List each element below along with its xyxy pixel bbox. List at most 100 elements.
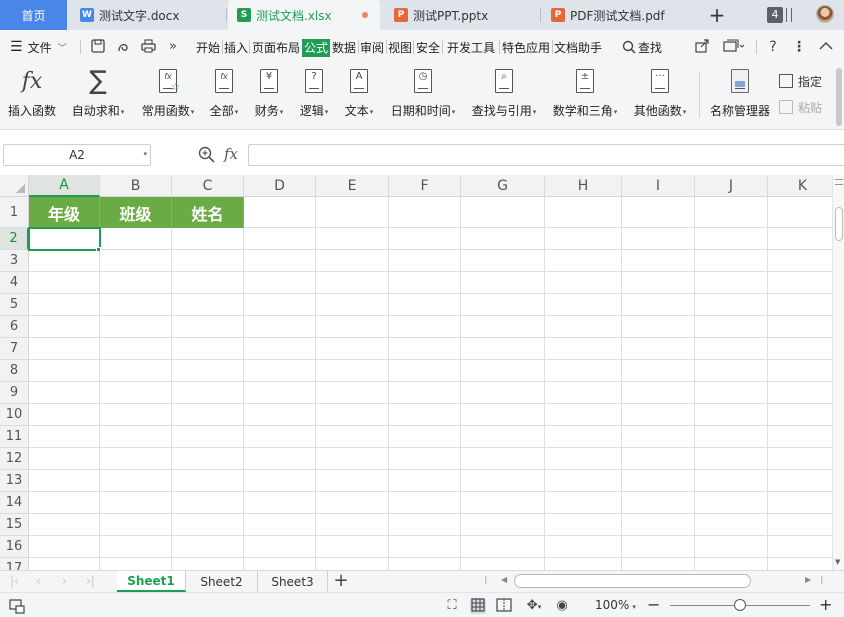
column-header-d[interactable]: D [244, 175, 316, 197]
eye-protection-icon[interactable]: ◉ [554, 598, 570, 614]
row-header-15[interactable]: 15 [0, 514, 29, 536]
add-sheet-button[interactable]: + [333, 571, 349, 591]
column-header-c[interactable]: C [172, 175, 244, 197]
collapse-ribbon-icon[interactable] [818, 39, 834, 55]
home-tab[interactable]: 首页 [0, 0, 67, 30]
row-header-14[interactable]: 14 [0, 492, 29, 514]
row-header-4[interactable]: 4 [0, 272, 29, 294]
normal-view-icon[interactable] [470, 598, 486, 614]
row-header-16[interactable]: 16 [0, 536, 29, 558]
vertical-scrollbar[interactable]: ▼ [832, 175, 844, 570]
paste-button[interactable]: 粘贴 [779, 98, 822, 116]
tab-splitter-icon[interactable]: ⁞ [484, 574, 488, 587]
cell-c1[interactable]: 姓名 [172, 197, 244, 228]
share-icon[interactable] [694, 39, 710, 55]
specify-button[interactable]: 指定 [779, 72, 822, 90]
column-header-i[interactable]: I [622, 175, 695, 197]
tab-formulas[interactable]: 公式 [302, 39, 331, 57]
next-sheet-icon[interactable]: › [62, 574, 67, 588]
scroll-right-icon[interactable]: ▶ [805, 575, 811, 584]
text-functions-button[interactable]: A 文本▾ [341, 68, 377, 124]
last-sheet-icon[interactable]: ›| [86, 574, 95, 588]
scroll-left-icon[interactable]: ◀ [501, 575, 507, 584]
row-header-3[interactable]: 3 [0, 250, 29, 272]
horizontal-scroll-thumb[interactable] [514, 574, 751, 588]
more-functions-button[interactable]: ··· 其他函数▾ [630, 68, 690, 124]
row-header-9[interactable]: 9 [0, 382, 29, 404]
page-break-view-icon[interactable] [496, 598, 512, 614]
more-options-icon[interactable]: ⋮ [791, 39, 807, 55]
autosum-button[interactable]: ∑ 自动求和▾ [69, 66, 127, 124]
tab-developer[interactable]: 开发工具 [447, 39, 495, 57]
select-all-corner[interactable] [0, 175, 29, 197]
sheet-grid[interactable]: ABCDEFGHIJK 1 2 3 4 5 6 7 8 9 10 11 12 13 14 15 16 17 年级… [0, 175, 832, 570]
financial-button[interactable]: ¥ 财务▾ [251, 68, 287, 124]
sheet-tab-sheet1[interactable]: Sheet1 [117, 571, 186, 592]
zoom-formula-icon[interactable] [198, 146, 216, 164]
fx-button[interactable]: fx [224, 145, 238, 163]
tab-doc-ppt[interactable]: P 测试PPT.pptx [394, 0, 534, 30]
tab-view[interactable]: 视图 [388, 39, 412, 57]
cell-b1[interactable]: 班级 [100, 197, 172, 228]
row-header-7[interactable]: 7 [0, 338, 29, 360]
zoom-in-button[interactable]: + [819, 596, 832, 614]
split-handle-icon[interactable]: ⁞ [820, 574, 824, 587]
column-header-g[interactable]: G [461, 175, 545, 197]
row-header-11[interactable]: 11 [0, 426, 29, 448]
avatar[interactable] [816, 5, 834, 23]
column-header-j[interactable]: J [695, 175, 768, 197]
row-header-10[interactable]: 10 [0, 404, 29, 426]
column-header-a[interactable]: A [29, 175, 100, 197]
formula-input[interactable] [248, 144, 844, 166]
print-icon[interactable] [140, 39, 156, 55]
all-functions-button[interactable]: fx 全部▾ [207, 68, 241, 124]
zoom-level-dropdown[interactable]: 100% ▾ [595, 598, 636, 612]
tab-doc-sheet[interactable]: S 测试文档.xlsx [228, 0, 380, 30]
search-button[interactable]: 查找 [622, 30, 662, 64]
fullscreen-icon[interactable]: ⛶ [444, 598, 460, 614]
row-header-2[interactable]: 2 [0, 228, 29, 250]
name-manager-button[interactable]: 名称管理器 [709, 68, 771, 124]
zoom-out-button[interactable]: − [647, 596, 660, 614]
window-count-badge[interactable]: 4 [767, 7, 783, 23]
name-box[interactable]: A2 ▾ [3, 144, 151, 166]
fill-handle[interactable] [96, 247, 101, 252]
math-button[interactable]: ± 数学和三角▾ [549, 68, 621, 124]
new-tab-button[interactable]: + [706, 4, 728, 26]
tab-data[interactable]: 数据 [332, 39, 356, 57]
column-header-b[interactable]: B [100, 175, 172, 197]
row-header-12[interactable]: 12 [0, 448, 29, 470]
tab-insert[interactable]: 插入 [224, 39, 248, 57]
column-header-e[interactable]: E [316, 175, 389, 197]
row-header-1[interactable]: 1 [0, 197, 29, 228]
sheet-tab-sheet2[interactable]: Sheet2 [186, 571, 258, 592]
active-cell-a2[interactable] [28, 227, 101, 251]
datetime-button[interactable]: ◷ 日期和时间▾ [387, 68, 459, 124]
column-header-f[interactable]: F [389, 175, 461, 197]
cloud-sync-icon[interactable] [722, 39, 746, 55]
tab-doc-assistant[interactable]: 文档助手 [554, 39, 602, 57]
prev-sheet-icon[interactable]: ‹ [36, 574, 41, 588]
sheet-tab-sheet3[interactable]: Sheet3 [258, 571, 328, 592]
scroll-down-icon[interactable]: ▼ [835, 558, 840, 566]
first-sheet-icon[interactable]: |‹ [10, 574, 19, 588]
tab-doc-pdf[interactable]: P PDF测试文档.pdf [551, 0, 701, 30]
split-handle-icon[interactable] [835, 179, 843, 185]
column-header-h[interactable]: H [545, 175, 622, 197]
row-header-5[interactable]: 5 [0, 294, 29, 316]
help-icon[interactable]: ? [765, 39, 781, 55]
column-header-k[interactable]: K [768, 175, 832, 197]
tab-doc-word[interactable]: W 测试文字.docx [80, 0, 220, 30]
tab-review[interactable]: 审阅 [360, 39, 384, 57]
row-header-8[interactable]: 8 [0, 360, 29, 382]
row-header-17[interactable]: 17 [0, 558, 29, 570]
tab-home[interactable]: 开始 [196, 39, 220, 57]
tab-page-layout[interactable]: 页面布局 [252, 39, 300, 57]
ribbon-scrollbar[interactable] [836, 68, 842, 126]
tab-security[interactable]: 安全 [416, 39, 440, 57]
zoom-slider-knob[interactable] [734, 599, 746, 611]
cell-a1[interactable]: 年级 [29, 197, 100, 228]
save-icon[interactable] [90, 39, 106, 55]
reading-mode-icon[interactable]: ✥▾ [522, 598, 546, 614]
common-functions-button[interactable]: fx ☆ 常用函数▾ [138, 68, 198, 124]
